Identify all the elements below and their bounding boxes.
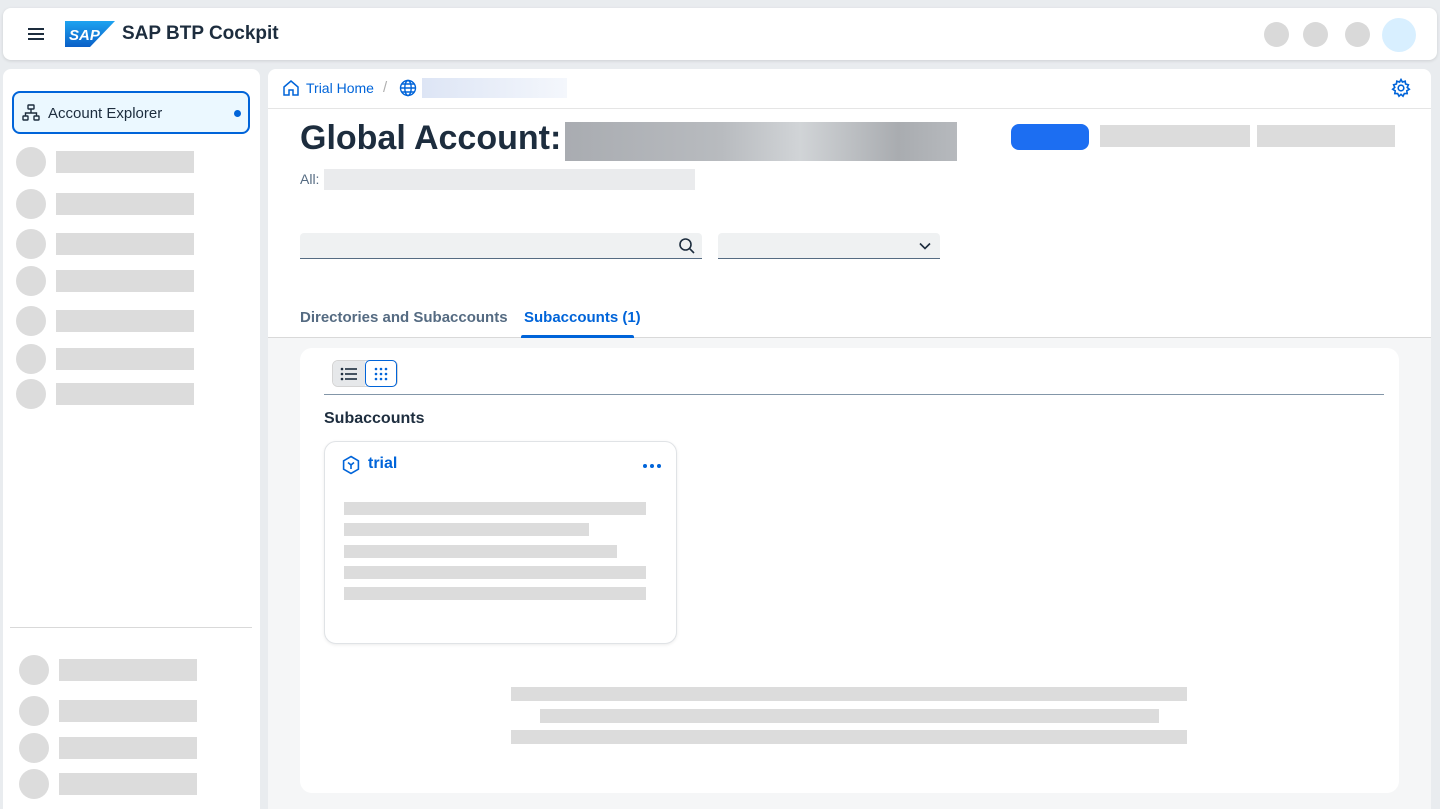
all-value-redacted — [324, 169, 695, 190]
list-icon — [340, 367, 357, 381]
active-tab-indicator — [521, 335, 634, 338]
page-header: Trial Home / Global Account: All: Direct… — [268, 69, 1431, 338]
hamburger-menu-icon[interactable] — [25, 22, 49, 46]
nav-item-placeholder[interactable] — [15, 189, 200, 219]
gear-icon[interactable] — [1391, 78, 1411, 98]
shell-action-button[interactable] — [1345, 22, 1370, 47]
nav-item-account-explorer[interactable]: Account Explorer — [12, 91, 250, 134]
card-skeleton-line — [344, 566, 646, 579]
list-view-button[interactable] — [333, 361, 365, 386]
section-title: Subaccounts — [324, 410, 425, 427]
home-icon — [283, 80, 299, 96]
nav-item-placeholder[interactable] — [15, 306, 200, 336]
tab-subaccounts[interactable]: Subaccounts (1) — [524, 309, 641, 326]
primary-action-button[interactable] — [1011, 124, 1089, 150]
content-skeleton-line — [540, 709, 1159, 723]
main-content: Trial Home / Global Account: All: Direct… — [268, 69, 1431, 809]
breadcrumb-divider — [268, 108, 1431, 109]
account-name-redacted — [565, 122, 957, 161]
breadcrumb-trial-home[interactable]: Trial Home — [306, 80, 374, 96]
all-label: All: — [300, 171, 320, 187]
shell-action-button[interactable] — [1303, 22, 1328, 47]
shell-action-button[interactable] — [1264, 22, 1289, 47]
side-navigation: Account Explorer — [3, 69, 260, 809]
subaccount-icon — [342, 455, 360, 475]
nav-item-placeholder[interactable] — [18, 696, 203, 726]
view-mode-toggle — [332, 360, 398, 387]
header-action-button[interactable] — [1257, 125, 1395, 147]
card-skeleton-line — [344, 502, 646, 515]
chevron-down-icon — [919, 242, 931, 250]
nav-item-placeholder[interactable] — [15, 344, 200, 374]
card-skeleton-line — [344, 587, 646, 600]
nav-item-placeholder[interactable] — [18, 655, 203, 685]
shell-bar: SAP SAP BTP Cockpit — [3, 8, 1437, 60]
hierarchy-tree-icon — [22, 104, 40, 121]
nav-item-placeholder[interactable] — [15, 229, 200, 259]
nav-item-placeholder[interactable] — [18, 769, 203, 799]
globe-icon[interactable] — [399, 79, 417, 97]
app-title: SAP BTP Cockpit — [122, 23, 279, 44]
breadcrumb-redacted[interactable] — [422, 78, 567, 98]
grid-icon — [374, 367, 388, 381]
tab-directories-and-subaccounts[interactable]: Directories and Subaccounts — [300, 309, 508, 326]
nav-item-placeholder[interactable] — [18, 733, 203, 763]
card-skeleton-line — [344, 545, 617, 558]
search-input[interactable] — [300, 233, 702, 259]
header-action-button[interactable] — [1100, 125, 1250, 147]
svg-text:SAP: SAP — [69, 27, 101, 44]
nav-item-label: Account Explorer — [48, 105, 163, 122]
sap-logo: SAP — [65, 21, 115, 47]
nav-divider — [10, 627, 252, 628]
content-skeleton-line — [511, 687, 1187, 701]
breadcrumb-separator: / — [383, 79, 388, 96]
page-title: Global Account: — [300, 119, 562, 157]
search-icon[interactable] — [678, 237, 696, 255]
subaccount-name-link[interactable]: trial — [368, 455, 397, 473]
selection-indicator — [234, 110, 241, 117]
filter-select[interactable] — [718, 233, 940, 259]
content-skeleton-line — [511, 730, 1187, 744]
avatar[interactable] — [1382, 18, 1416, 52]
nav-item-placeholder[interactable] — [15, 266, 200, 296]
nav-item-placeholder[interactable] — [15, 379, 200, 409]
subaccount-card[interactable]: trial — [324, 441, 677, 644]
more-options-icon[interactable] — [641, 460, 663, 472]
card-skeleton-line — [344, 523, 589, 536]
nav-item-placeholder[interactable] — [15, 147, 200, 177]
toolbar-divider — [324, 394, 1384, 395]
grid-view-button[interactable] — [365, 360, 397, 387]
subaccounts-panel: Subaccounts trial — [300, 348, 1399, 793]
